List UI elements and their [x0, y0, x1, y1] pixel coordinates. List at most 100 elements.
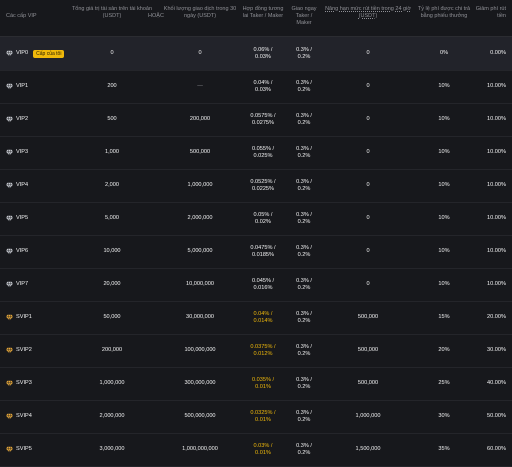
wfee-cell: 10.00% — [487, 116, 506, 122]
spot-cell: 0.3% / 0.2% — [296, 178, 312, 192]
assets-cell: 1,000 — [105, 149, 119, 155]
table-row: VIP3 1,000 500,000 0.055% / 0.025% 0.3% / 0.… — [0, 136, 512, 170]
bonus-cell: 10% — [438, 281, 450, 287]
wfee-cell: 50.00% — [487, 413, 506, 419]
wfee-cell: 10.00% — [487, 182, 506, 188]
vip-level-label: VIP7 — [16, 281, 29, 287]
header-spot-volume: Khối lượng giao dịch trong 30 ngày (USDT… — [163, 6, 237, 19]
vip-level-label: VIP5 — [16, 215, 29, 221]
wfee-cell: 10.00% — [487, 149, 506, 155]
limit-cell: 0 — [366, 248, 370, 254]
volume-cell: — — [197, 83, 203, 89]
diamond-icon — [6, 314, 13, 321]
limit-cell: 0 — [366, 149, 370, 155]
header-level: Các cấp VIP — [6, 13, 37, 19]
limit-cell: 0 — [366, 281, 370, 287]
futures-cell: 0.06% / 0.03% — [253, 46, 273, 60]
wfee-cell: 60.00% — [487, 446, 506, 452]
spot-cell: 0.3% / 0.2% — [296, 79, 312, 93]
spot-cell: 0.3% / 0.2% — [296, 409, 312, 423]
limit-cell: 500,000 — [357, 380, 379, 386]
volume-cell: 5,000,000 — [187, 248, 213, 254]
vip-level-label: SVIP3 — [16, 380, 32, 386]
volume-cell: 100,000,000 — [184, 347, 216, 353]
spot-cell: 0.3% / 0.2% — [296, 277, 312, 291]
bonus-cell: 10% — [438, 116, 450, 122]
table-row: SVIP3 1,000,000 300,000,000 0.035% / 0.01% 0… — [0, 367, 512, 401]
volume-cell: 1,000,000 — [187, 182, 213, 188]
spot-cell: 0.3% / 0.2% — [296, 112, 312, 126]
assets-cell: 50,000 — [103, 314, 121, 320]
header-bonus-rate: Tỷ lệ phí được chi trả bằng phiếu thưởng — [417, 6, 471, 19]
futures-cell: 0.0475% / 0.0185% — [250, 244, 276, 258]
table-row: VIP5 5,000 2,000,000 0.05% / 0.02% 0.3% / 0.… — [0, 202, 512, 236]
diamond-icon — [6, 215, 13, 222]
wfee-cell: 40.00% — [487, 380, 506, 386]
bonus-cell: 35% — [438, 446, 450, 452]
volume-cell: 2,000,000 — [187, 215, 213, 221]
futures-cell: 0.04% / 0.014% — [253, 310, 273, 324]
limit-cell: 500,000 — [357, 347, 379, 353]
futures-cell: 0.04% / 0.03% — [253, 79, 273, 93]
bonus-cell: 10% — [438, 83, 450, 89]
table-row: SVIP2 200,000 100,000,000 0.0375% / 0.012% 0… — [0, 334, 512, 368]
volume-cell: 500,000,000 — [184, 413, 216, 419]
table-row: SVIP4 2,000,000 500,000,000 0.0325% / 0.01%… — [0, 400, 512, 434]
spot-cell: 0.3% / 0.2% — [296, 244, 312, 258]
assets-cell: 20,000 — [103, 281, 121, 287]
limit-cell: 0 — [366, 50, 370, 56]
diamond-icon — [6, 50, 13, 57]
spot-cell: 0.3% / 0.2% — [296, 343, 312, 357]
vip-level-label: VIP6 — [16, 248, 29, 254]
assets-cell: 200,000 — [101, 347, 123, 353]
bonus-cell: 25% — [438, 380, 450, 386]
diamond-icon — [6, 380, 13, 387]
limit-cell: 1,000,000 — [355, 413, 381, 419]
futures-cell: 0.035% / 0.01% — [251, 376, 275, 390]
vip-level-label: VIP3 — [16, 149, 29, 155]
volume-cell: 10,000,000 — [186, 281, 214, 287]
volume-cell: 0 — [198, 50, 202, 56]
limit-cell: 0 — [366, 215, 370, 221]
assets-cell: 0 — [110, 50, 114, 56]
spot-cell: 0.3% / 0.2% — [296, 145, 312, 159]
assets-cell: 3,000,000 — [99, 446, 125, 452]
header-withdraw-limit[interactable]: Nâng hạn mức rút tiền trong 24 giờ (USDT… — [322, 6, 414, 20]
table-row: VIP0 Cấp của tôi 0 0 0.06% / 0.03% 0.3% / 0.2… — [0, 37, 512, 71]
diamond-icon — [6, 149, 13, 156]
spot-cell: 0.3% / 0.2% — [296, 376, 312, 390]
vip-level-label: VIP0 — [16, 50, 29, 56]
futures-cell: 0.055% / 0.025% — [251, 145, 275, 159]
bonus-cell: 0% — [439, 50, 449, 56]
vip-level-label: SVIP4 — [16, 413, 32, 419]
assets-cell: 500 — [107, 116, 117, 122]
futures-cell: 0.0325% / 0.01% — [250, 409, 276, 423]
table-row: SVIP5 3,000,000 1,000,000,000 0.03% / 0.01%… — [0, 433, 512, 467]
vip-level-label: VIP4 — [16, 182, 29, 188]
vip-fee-table: Các cấp VIP Tổng giá trị tài sản trên tà… — [0, 0, 512, 467]
volume-cell: 30,000,000 — [186, 314, 214, 320]
limit-cell: 1,500,000 — [355, 446, 381, 452]
table-row: SVIP1 50,000 30,000,000 0.04% / 0.014% 0.3% … — [0, 301, 512, 335]
bonus-cell: 20% — [438, 347, 450, 353]
assets-cell: 200 — [107, 83, 117, 89]
vip-level-label: VIP1 — [16, 83, 29, 89]
vip-level-label: SVIP2 — [16, 347, 32, 353]
current-level-badge: Cấp của tôi — [33, 49, 65, 58]
assets-cell: 1,000,000 — [99, 380, 125, 386]
futures-cell: 0.0525% / 0.0225% — [250, 178, 276, 192]
diamond-icon — [6, 116, 13, 123]
wfee-cell: 10.00% — [487, 281, 506, 287]
wfee-cell: 0.00% — [490, 50, 506, 56]
diamond-icon — [6, 83, 13, 90]
volume-cell: 300,000,000 — [184, 380, 216, 386]
bonus-cell: 15% — [438, 314, 450, 320]
table-row: VIP7 20,000 10,000,000 0.045% / 0.016% 0.3% … — [0, 268, 512, 302]
limit-cell: 0 — [366, 182, 370, 188]
bonus-cell: 30% — [438, 413, 450, 419]
table-header: Các cấp VIP Tổng giá trị tài sản trên tà… — [0, 0, 512, 37]
limit-cell: 0 — [366, 83, 370, 89]
volume-cell: 1,000,000,000 — [182, 446, 218, 452]
spot-cell: 0.3% / 0.2% — [296, 46, 312, 60]
bonus-cell: 10% — [438, 149, 450, 155]
